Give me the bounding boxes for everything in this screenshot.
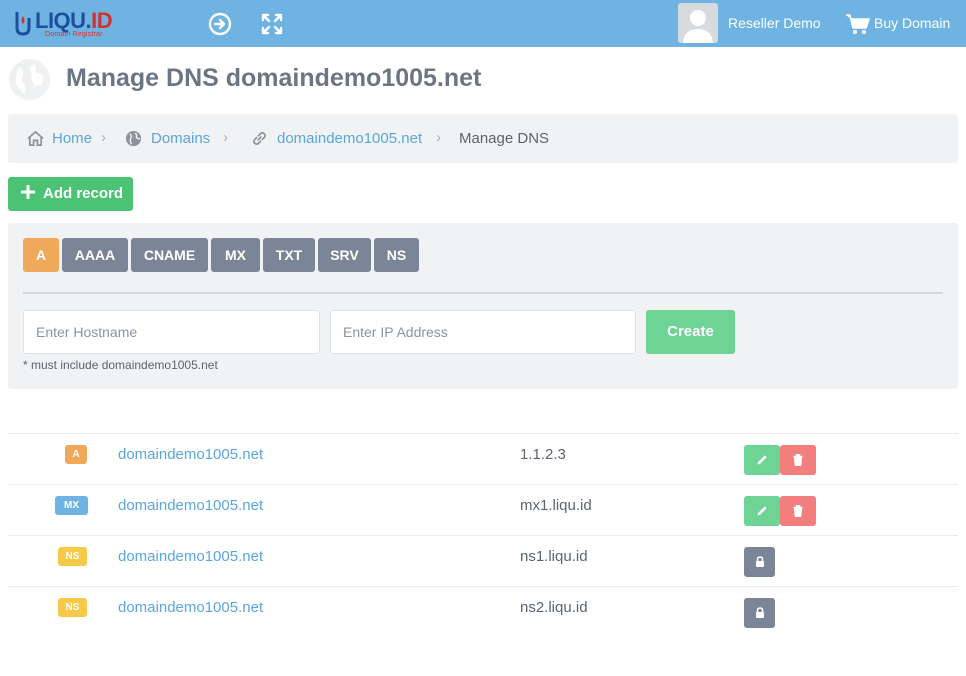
record-type-badge: A xyxy=(65,445,87,464)
breadcrumb-separator: › xyxy=(101,129,106,146)
divider xyxy=(23,292,943,294)
plus-icon xyxy=(21,185,35,199)
edit-record-button[interactable] xyxy=(744,496,780,526)
breadcrumb-domains[interactable]: Domains xyxy=(151,130,210,147)
locked-record-button[interactable] xyxy=(744,598,775,628)
buy-domain-link[interactable]: Buy Domain xyxy=(874,15,950,31)
globe-icon xyxy=(8,58,51,101)
add-record-label: Add record xyxy=(43,185,124,202)
lock-icon xyxy=(755,556,764,567)
table-row: NS domaindemo1005.net ns1.liqu.id xyxy=(8,535,958,586)
record-form-panel: A AAAA CNAME MX TXT SRV NS Create * must… xyxy=(8,223,958,389)
breadcrumb-separator: › xyxy=(436,129,441,146)
tab-type-aaaa[interactable]: AAAA xyxy=(62,238,128,272)
trash-icon xyxy=(793,504,803,518)
user-name[interactable]: Reseller Demo xyxy=(728,15,821,31)
logo-mark-icon xyxy=(15,12,31,36)
edit-record-button[interactable] xyxy=(744,445,780,475)
ip-address-input[interactable] xyxy=(330,310,636,354)
breadcrumb-home[interactable]: Home xyxy=(52,130,92,147)
add-record-button[interactable]: Add record xyxy=(8,177,133,211)
delete-record-button[interactable] xyxy=(780,496,816,526)
tab-type-cname[interactable]: CNAME xyxy=(131,238,208,272)
record-host-link[interactable]: domaindemo1005.net xyxy=(118,548,263,565)
pencil-icon xyxy=(757,506,767,516)
link-icon xyxy=(252,131,267,146)
fullscreen-icon[interactable] xyxy=(260,12,284,36)
record-host-link[interactable]: domaindemo1005.net xyxy=(118,497,263,514)
pencil-icon xyxy=(757,455,767,465)
lock-icon xyxy=(755,607,764,618)
page-title: Manage DNS domaindemo1005.net xyxy=(66,64,482,92)
table-row: A domaindemo1005.net 1.1.2.3 xyxy=(8,433,958,484)
logout-icon[interactable] xyxy=(208,12,232,36)
tab-type-srv[interactable]: SRV xyxy=(318,238,371,272)
record-type-badge: NS xyxy=(58,547,87,566)
record-type-badge: NS xyxy=(58,598,87,617)
breadcrumb-current: Manage DNS xyxy=(459,130,550,147)
record-value: mx1.liqu.id xyxy=(520,497,592,514)
tab-type-a[interactable]: A xyxy=(23,238,59,272)
logo-subtitle: Domain Registrar xyxy=(45,31,103,38)
top-navbar: LIQU.ID Domain Registrar Reseller Demo B… xyxy=(0,0,966,47)
record-type-badge: MX xyxy=(55,496,88,515)
breadcrumb-separator: › xyxy=(223,129,228,146)
hostname-hint: * must include domaindemo1005.net xyxy=(23,358,218,372)
trash-icon xyxy=(793,453,803,467)
logo[interactable]: LIQU.ID Domain Registrar xyxy=(13,8,113,40)
tab-type-mx[interactable]: MX xyxy=(211,238,260,272)
avatar[interactable] xyxy=(678,3,718,43)
delete-record-button[interactable] xyxy=(780,445,816,475)
tab-type-ns[interactable]: NS xyxy=(374,238,419,272)
table-row: NS domaindemo1005.net ns2.liqu.id xyxy=(8,586,958,637)
hostname-input[interactable] xyxy=(23,310,320,354)
record-value: ns1.liqu.id xyxy=(520,548,588,565)
create-button[interactable]: Create xyxy=(646,310,735,354)
record-host-link[interactable]: domaindemo1005.net xyxy=(118,446,263,463)
table-row: MX domaindemo1005.net mx1.liqu.id xyxy=(8,484,958,535)
user-silhouette-icon xyxy=(683,10,713,43)
tab-type-txt[interactable]: TXT xyxy=(263,238,315,272)
record-host-link[interactable]: domaindemo1005.net xyxy=(118,599,263,616)
home-icon[interactable] xyxy=(27,130,44,147)
globe-small-icon xyxy=(125,130,142,147)
cart-icon[interactable] xyxy=(845,11,871,37)
record-value: ns2.liqu.id xyxy=(520,599,588,616)
breadcrumb: Home › Domains › domaindemo1005.net › Ma… xyxy=(8,114,958,163)
locked-record-button[interactable] xyxy=(744,547,775,577)
breadcrumb-domain[interactable]: domaindemo1005.net xyxy=(277,130,422,147)
record-value: 1.1.2.3 xyxy=(520,446,566,463)
